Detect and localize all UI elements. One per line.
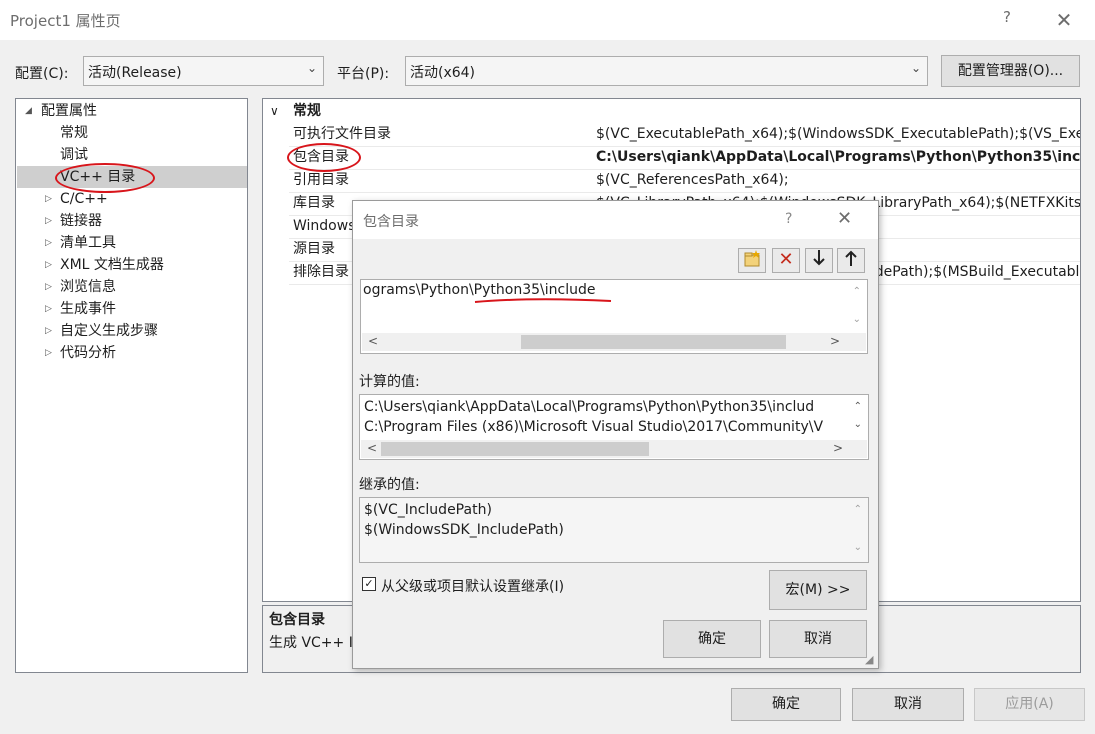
platform-label: 平台(P): bbox=[337, 66, 390, 82]
expanded-triangle-icon[interactable]: ◢ bbox=[25, 106, 32, 116]
tree-item-xml-doc[interactable]: XML 文档生成器 bbox=[60, 254, 164, 276]
help-icon[interactable]: ? bbox=[785, 211, 792, 227]
scroll-right-icon[interactable]: > bbox=[833, 441, 843, 455]
grid-row-value: $(VC_ExecutablePath_x64);$(WindowsSDK_Ex… bbox=[596, 126, 1080, 142]
ok-button[interactable]: 确定 bbox=[731, 688, 841, 721]
inherited-line: $(WindowsSDK_IncludePath) bbox=[364, 522, 564, 538]
scrollbar-thumb[interactable] bbox=[381, 442, 649, 456]
scroll-left-icon[interactable]: < bbox=[368, 334, 378, 348]
grid-row-reference-dirs[interactable]: 引用目录 $(VC_ReferencesPath_x64); bbox=[263, 169, 1080, 192]
collapsed-triangle-icon[interactable]: ▷ bbox=[45, 216, 52, 226]
move-up-icon[interactable] bbox=[837, 248, 865, 273]
inherit-checkbox-label[interactable]: 从父级或项目默认设置继承(I) bbox=[381, 576, 564, 596]
tree-item-custom-build[interactable]: 自定义生成步骤 bbox=[60, 320, 158, 342]
tree-item-manifest[interactable]: 清单工具 bbox=[60, 232, 116, 254]
inherited-values-label: 继承的值: bbox=[359, 477, 420, 493]
scroll-up-icon[interactable]: ⌃ bbox=[854, 401, 862, 412]
grid-row-value: C:\Users\qiank\AppData\Local\Programs\Py… bbox=[596, 149, 1081, 165]
include-dirs-editor[interactable]: ograms\Python\Python35\include ⌃ ⌄ < > bbox=[360, 279, 868, 354]
computed-values-label: 计算的值: bbox=[359, 374, 420, 390]
computed-line: C:\Users\qiank\AppData\Local\Programs\Py… bbox=[364, 399, 815, 415]
collapsed-triangle-icon[interactable]: ▷ bbox=[45, 260, 52, 270]
dialog-ok-button[interactable]: 确定 bbox=[663, 620, 761, 658]
inherited-values-box: $(VC_IncludePath) $(WindowsSDK_IncludePa… bbox=[359, 497, 869, 563]
chevron-down-icon: ⌄ bbox=[306, 61, 317, 75]
inherited-line: $(VC_IncludePath) bbox=[364, 502, 492, 518]
close-icon[interactable]: ✕ bbox=[837, 208, 852, 229]
tree-item-linker[interactable]: 链接器 bbox=[60, 210, 102, 232]
grid-row-name: 可执行文件目录 bbox=[293, 126, 391, 142]
horizontal-scrollbar[interactable]: < > bbox=[361, 440, 867, 458]
annotation-underline bbox=[474, 298, 612, 303]
scroll-right-icon[interactable]: > bbox=[830, 334, 840, 348]
delete-line-icon[interactable]: ✕ bbox=[772, 248, 800, 273]
macro-button[interactable]: 宏(M) >> bbox=[769, 570, 867, 610]
scroll-up-icon[interactable]: ⌃ bbox=[853, 286, 861, 297]
scrollbar-thumb[interactable] bbox=[521, 335, 786, 349]
grid-row-name: 库目录 bbox=[293, 195, 335, 211]
grid-row-name: 源目录 bbox=[293, 241, 335, 257]
description-title: 包含目录 bbox=[269, 612, 325, 628]
resize-grip-icon[interactable]: ◢ bbox=[865, 653, 873, 666]
dialog-title: 包含目录 bbox=[363, 214, 419, 230]
help-icon[interactable]: ? bbox=[997, 8, 1017, 32]
collapsed-triangle-icon[interactable]: ▷ bbox=[45, 282, 52, 292]
window-title: Project1 属性页 bbox=[10, 12, 121, 30]
inherit-checkbox[interactable]: ✓ bbox=[362, 577, 376, 591]
collapsed-triangle-icon[interactable]: ▷ bbox=[45, 194, 52, 204]
chevron-down-icon: ⌄ bbox=[910, 61, 921, 75]
scroll-down-icon[interactable]: ⌄ bbox=[853, 314, 861, 325]
tree-root[interactable]: 配置属性 bbox=[41, 100, 97, 122]
grid-row-value: $(VC_ReferencesPath_x64); bbox=[596, 172, 789, 188]
grid-section-title: 常规 bbox=[293, 103, 321, 119]
tree-item-build-events[interactable]: 生成事件 bbox=[60, 298, 116, 320]
grid-row-include-dirs[interactable]: 包含目录 C:\Users\qiank\AppData\Local\Progra… bbox=[263, 146, 1080, 169]
config-manager-button[interactable]: 配置管理器(O)... bbox=[941, 55, 1080, 87]
tree-item-general[interactable]: 常规 bbox=[60, 122, 88, 144]
tree-item-code-analysis[interactable]: 代码分析 bbox=[60, 342, 116, 364]
cancel-button[interactable]: 取消 bbox=[852, 688, 964, 721]
computed-line: C:\Program Files (x86)\Microsoft Visual … bbox=[364, 419, 824, 435]
horizontal-scrollbar[interactable]: < > bbox=[362, 333, 866, 351]
dialog-cancel-button[interactable]: 取消 bbox=[769, 620, 867, 658]
tree-item-browse-info[interactable]: 浏览信息 bbox=[60, 276, 116, 298]
config-label: 配置(C): bbox=[15, 66, 69, 82]
title-bar: Project1 属性页 ? ✕ bbox=[0, 0, 1095, 40]
scroll-left-icon[interactable]: < bbox=[367, 441, 377, 455]
annotation-circle bbox=[55, 163, 155, 193]
chevron-down-icon: ∨ bbox=[270, 104, 279, 118]
scroll-up-icon[interactable]: ⌃ bbox=[854, 504, 862, 515]
scroll-down-icon[interactable]: ⌄ bbox=[854, 419, 862, 430]
tree-item-debug[interactable]: 调试 bbox=[60, 144, 88, 166]
collapsed-triangle-icon[interactable]: ▷ bbox=[45, 238, 52, 248]
collapsed-triangle-icon[interactable]: ▷ bbox=[45, 348, 52, 358]
close-icon[interactable]: ✕ bbox=[1050, 6, 1078, 34]
computed-values-box: C:\Users\qiank\AppData\Local\Programs\Py… bbox=[359, 394, 869, 460]
dialog-title-bar: 包含目录 ? ✕ bbox=[353, 201, 878, 239]
platform-dropdown-value: 活动(x64) bbox=[410, 65, 476, 81]
collapsed-triangle-icon[interactable]: ▷ bbox=[45, 304, 52, 314]
platform-dropdown[interactable]: 活动(x64) ⌄ bbox=[405, 56, 928, 86]
description-text: 生成 VC++ I bbox=[269, 635, 353, 651]
new-line-icon[interactable] bbox=[738, 248, 766, 273]
grid-section-header[interactable]: ∨ 常规 bbox=[263, 100, 1080, 123]
collapsed-triangle-icon[interactable]: ▷ bbox=[45, 326, 52, 336]
grid-row-name: 排除目录 bbox=[293, 264, 349, 280]
grid-row-name: 引用目录 bbox=[293, 172, 349, 188]
config-dropdown[interactable]: 活动(Release) ⌄ bbox=[83, 56, 324, 86]
move-down-icon[interactable] bbox=[805, 248, 833, 273]
grid-row-name: Windows bbox=[293, 218, 356, 234]
include-dirs-dialog: 包含目录 ? ✕ ✕ ograms\Python\Python35\includ… bbox=[352, 200, 879, 669]
scroll-down-icon[interactable]: ⌄ bbox=[854, 542, 862, 553]
apply-button: 应用(A) bbox=[974, 688, 1085, 721]
config-dropdown-value: 活动(Release) bbox=[88, 65, 182, 81]
annotation-circle bbox=[287, 143, 361, 172]
grid-row-executable-dirs[interactable]: 可执行文件目录 $(VC_ExecutablePath_x64);$(Windo… bbox=[263, 123, 1080, 146]
